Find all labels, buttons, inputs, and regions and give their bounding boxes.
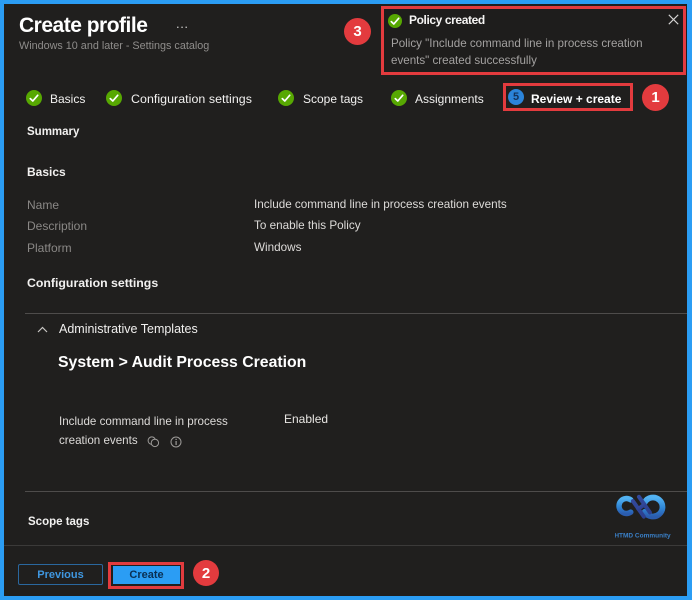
svg-text:HTMD Community: HTMD Community	[615, 533, 671, 540]
